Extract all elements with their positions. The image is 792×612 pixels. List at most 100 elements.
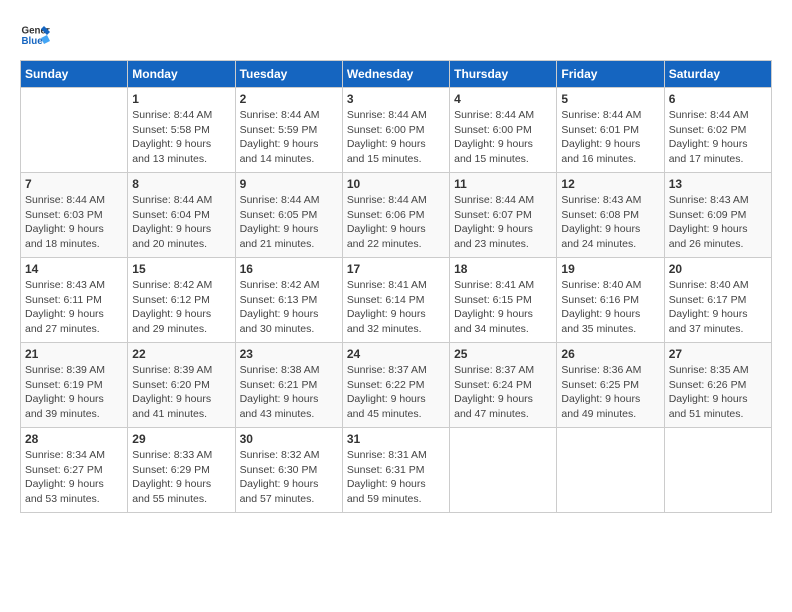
day-number: 23 <box>240 347 338 361</box>
day-content: Sunrise: 8:37 AM Sunset: 6:22 PM Dayligh… <box>347 363 445 422</box>
day-number: 14 <box>25 262 123 276</box>
day-content: Sunrise: 8:38 AM Sunset: 6:21 PM Dayligh… <box>240 363 338 422</box>
day-content: Sunrise: 8:44 AM Sunset: 6:03 PM Dayligh… <box>25 193 123 252</box>
day-content: Sunrise: 8:36 AM Sunset: 6:25 PM Dayligh… <box>561 363 659 422</box>
day-content: Sunrise: 8:41 AM Sunset: 6:15 PM Dayligh… <box>454 278 552 337</box>
day-content: Sunrise: 8:39 AM Sunset: 6:20 PM Dayligh… <box>132 363 230 422</box>
calendar-cell: 29 Sunrise: 8:33 AM Sunset: 6:29 PM Dayli… <box>128 428 235 513</box>
calendar-cell: 10Sunrise: 8:44 AM Sunset: 6:06 PM Dayli… <box>342 173 449 258</box>
day-number: 9 <box>240 177 338 191</box>
day-number: 6 <box>669 92 767 106</box>
day-number: 12 <box>561 177 659 191</box>
calendar-cell: 21 Sunrise: 8:39 AM Sunset: 6:19 PM Dayli… <box>21 343 128 428</box>
day-content: Sunrise: 8:32 AM Sunset: 6:30 PM Dayligh… <box>240 448 338 507</box>
calendar-week-2: 7 Sunrise: 8:44 AM Sunset: 6:03 PM Daylig… <box>21 173 772 258</box>
day-number: 8 <box>132 177 230 191</box>
day-content: Sunrise: 8:44 AM Sunset: 6:00 PM Dayligh… <box>347 108 445 167</box>
calendar-cell: 12 Sunrise: 8:43 AM Sunset: 6:08 PM Dayli… <box>557 173 664 258</box>
calendar-header-saturday: Saturday <box>664 61 771 88</box>
calendar-cell: 19 Sunrise: 8:40 AM Sunset: 6:16 PM Dayli… <box>557 258 664 343</box>
day-content: Sunrise: 8:44 AM Sunset: 5:59 PM Dayligh… <box>240 108 338 167</box>
calendar-cell: 28Sunrise: 8:34 AM Sunset: 6:27 PM Dayli… <box>21 428 128 513</box>
calendar-cell: 18 Sunrise: 8:41 AM Sunset: 6:15 PM Dayli… <box>450 258 557 343</box>
calendar-cell: 30 Sunrise: 8:32 AM Sunset: 6:30 PM Dayli… <box>235 428 342 513</box>
calendar-cell: 14 Sunrise: 8:43 AM Sunset: 6:11 PM Dayli… <box>21 258 128 343</box>
calendar-cell: 6 Sunrise: 8:44 AM Sunset: 6:02 PM Daylig… <box>664 88 771 173</box>
calendar-cell: 17 Sunrise: 8:41 AM Sunset: 6:14 PM Dayli… <box>342 258 449 343</box>
day-number: 5 <box>561 92 659 106</box>
day-number: 26 <box>561 347 659 361</box>
calendar-cell <box>21 88 128 173</box>
day-number: 21 <box>25 347 123 361</box>
day-content: Sunrise: 8:31 AM Sunset: 6:31 PM Dayligh… <box>347 448 445 507</box>
day-number: 7 <box>25 177 123 191</box>
day-content: Sunrise: 8:44 AM Sunset: 6:06 PM Dayligh… <box>347 193 445 252</box>
calendar-week-3: 14 Sunrise: 8:43 AM Sunset: 6:11 PM Dayli… <box>21 258 772 343</box>
day-number: 31 <box>347 432 445 446</box>
calendar-cell: 5 Sunrise: 8:44 AM Sunset: 6:01 PM Daylig… <box>557 88 664 173</box>
day-number: 15 <box>132 262 230 276</box>
day-content: Sunrise: 8:44 AM Sunset: 6:00 PM Dayligh… <box>454 108 552 167</box>
day-number: 1 <box>132 92 230 106</box>
calendar-header-sunday: Sunday <box>21 61 128 88</box>
calendar-cell: 27Sunrise: 8:35 AM Sunset: 6:26 PM Dayli… <box>664 343 771 428</box>
calendar-cell <box>450 428 557 513</box>
day-number: 2 <box>240 92 338 106</box>
logo-icon: General Blue <box>20 20 50 50</box>
calendar-cell: 7 Sunrise: 8:44 AM Sunset: 6:03 PM Daylig… <box>21 173 128 258</box>
day-number: 19 <box>561 262 659 276</box>
calendar-header-tuesday: Tuesday <box>235 61 342 88</box>
day-content: Sunrise: 8:42 AM Sunset: 6:13 PM Dayligh… <box>240 278 338 337</box>
day-content: Sunrise: 8:44 AM Sunset: 6:02 PM Dayligh… <box>669 108 767 167</box>
svg-text:Blue: Blue <box>22 36 44 47</box>
calendar-cell: 20 Sunrise: 8:40 AM Sunset: 6:17 PM Dayli… <box>664 258 771 343</box>
calendar-cell: 22 Sunrise: 8:39 AM Sunset: 6:20 PM Dayli… <box>128 343 235 428</box>
calendar-cell: 11Sunrise: 8:44 AM Sunset: 6:07 PM Dayli… <box>450 173 557 258</box>
calendar-cell <box>557 428 664 513</box>
calendar-cell: 24Sunrise: 8:37 AM Sunset: 6:22 PM Dayli… <box>342 343 449 428</box>
day-content: Sunrise: 8:42 AM Sunset: 6:12 PM Dayligh… <box>132 278 230 337</box>
calendar-header-thursday: Thursday <box>450 61 557 88</box>
calendar-header-wednesday: Wednesday <box>342 61 449 88</box>
day-number: 20 <box>669 262 767 276</box>
day-number: 16 <box>240 262 338 276</box>
day-number: 22 <box>132 347 230 361</box>
day-number: 13 <box>669 177 767 191</box>
calendar-cell: 2 Sunrise: 8:44 AM Sunset: 5:59 PM Daylig… <box>235 88 342 173</box>
calendar-week-1: 1 Sunrise: 8:44 AM Sunset: 5:58 PM Daylig… <box>21 88 772 173</box>
day-content: Sunrise: 8:43 AM Sunset: 6:11 PM Dayligh… <box>25 278 123 337</box>
day-content: Sunrise: 8:44 AM Sunset: 5:58 PM Dayligh… <box>132 108 230 167</box>
day-number: 18 <box>454 262 552 276</box>
day-content: Sunrise: 8:40 AM Sunset: 6:17 PM Dayligh… <box>669 278 767 337</box>
day-content: Sunrise: 8:40 AM Sunset: 6:16 PM Dayligh… <box>561 278 659 337</box>
calendar-cell: 9Sunrise: 8:44 AM Sunset: 6:05 PM Daylig… <box>235 173 342 258</box>
day-number: 28 <box>25 432 123 446</box>
day-number: 4 <box>454 92 552 106</box>
calendar-cell: 31 Sunrise: 8:31 AM Sunset: 6:31 PM Dayli… <box>342 428 449 513</box>
day-content: Sunrise: 8:44 AM Sunset: 6:04 PM Dayligh… <box>132 193 230 252</box>
calendar-header-row: SundayMondayTuesdayWednesdayThursdayFrid… <box>21 61 772 88</box>
day-content: Sunrise: 8:33 AM Sunset: 6:29 PM Dayligh… <box>132 448 230 507</box>
day-number: 25 <box>454 347 552 361</box>
day-content: Sunrise: 8:39 AM Sunset: 6:19 PM Dayligh… <box>25 363 123 422</box>
calendar-week-4: 21 Sunrise: 8:39 AM Sunset: 6:19 PM Dayli… <box>21 343 772 428</box>
calendar-cell: 15 Sunrise: 8:42 AM Sunset: 6:12 PM Dayli… <box>128 258 235 343</box>
day-content: Sunrise: 8:44 AM Sunset: 6:07 PM Dayligh… <box>454 193 552 252</box>
day-content: Sunrise: 8:41 AM Sunset: 6:14 PM Dayligh… <box>347 278 445 337</box>
calendar-header-friday: Friday <box>557 61 664 88</box>
page-header: General Blue <box>20 20 772 50</box>
calendar-cell: 25Sunrise: 8:37 AM Sunset: 6:24 PM Dayli… <box>450 343 557 428</box>
day-number: 30 <box>240 432 338 446</box>
day-number: 27 <box>669 347 767 361</box>
day-number: 17 <box>347 262 445 276</box>
calendar-cell: 13 Sunrise: 8:43 AM Sunset: 6:09 PM Dayli… <box>664 173 771 258</box>
day-content: Sunrise: 8:44 AM Sunset: 6:01 PM Dayligh… <box>561 108 659 167</box>
day-number: 29 <box>132 432 230 446</box>
day-content: Sunrise: 8:43 AM Sunset: 6:09 PM Dayligh… <box>669 193 767 252</box>
day-content: Sunrise: 8:43 AM Sunset: 6:08 PM Dayligh… <box>561 193 659 252</box>
calendar-cell: 4 Sunrise: 8:44 AM Sunset: 6:00 PM Daylig… <box>450 88 557 173</box>
calendar-cell: 3 Sunrise: 8:44 AM Sunset: 6:00 PM Daylig… <box>342 88 449 173</box>
calendar-header-monday: Monday <box>128 61 235 88</box>
day-number: 3 <box>347 92 445 106</box>
calendar-cell: 26 Sunrise: 8:36 AM Sunset: 6:25 PM Dayli… <box>557 343 664 428</box>
